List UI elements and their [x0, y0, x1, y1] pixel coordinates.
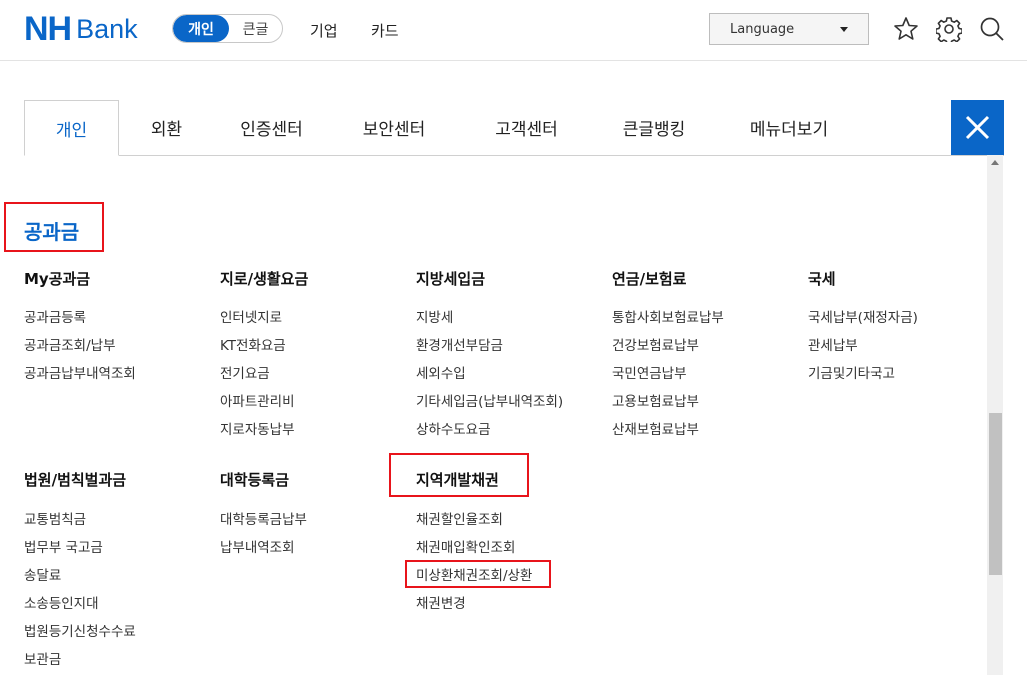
menu-link[interactable]: 관세납부: [808, 334, 858, 354]
tab-more-menu[interactable]: 메뉴더보기: [714, 100, 864, 155]
category-national-tax[interactable]: 국세: [808, 268, 836, 289]
menu-link[interactable]: 채권할인율조회: [416, 508, 503, 528]
scrollbar-thumb[interactable]: [989, 413, 1002, 575]
menu-link[interactable]: 고용보험료납부: [612, 390, 699, 410]
menu-tabs: 개인 외환 인증센터 보안센터 고객센터 큰글뱅킹 메뉴더보기: [24, 100, 1004, 156]
category-regional-development-bond[interactable]: 지역개발채권: [416, 469, 499, 490]
scroll-up-arrow-icon[interactable]: [991, 160, 999, 165]
menu-link[interactable]: 전기요금: [220, 362, 270, 382]
category-pension-insurance[interactable]: 연금/보험료: [612, 268, 686, 289]
language-label: Language: [730, 21, 795, 37]
menu-link[interactable]: 산재보험료납부: [612, 418, 699, 438]
personal-mode-button[interactable]: 개인: [173, 15, 229, 42]
menu-link[interactable]: 기금및기타국고: [808, 362, 895, 382]
menu-link[interactable]: 인터넷지로: [220, 306, 282, 326]
tab-foreign-exchange[interactable]: 외환: [119, 100, 214, 155]
top-header: NH Bank 개인 큰글 기업 카드 Language: [0, 0, 1027, 61]
category-university-tuition[interactable]: 대학등록금: [220, 469, 289, 490]
tab-customer-center[interactable]: 고객센터: [459, 100, 594, 155]
tab-personal[interactable]: 개인: [24, 100, 119, 156]
category-giro-living-fees[interactable]: 지로/생활요금: [220, 268, 308, 289]
menu-link[interactable]: 환경개선부담금: [416, 334, 503, 354]
close-icon: [965, 115, 990, 140]
menu-link-unredeemed-bond[interactable]: 미상환채권조회/상환: [416, 564, 532, 584]
category-local-tax[interactable]: 지방세입금: [416, 268, 485, 289]
tab-security-center[interactable]: 보안센터: [329, 100, 459, 155]
menu-link[interactable]: 상하수도요금: [416, 418, 491, 438]
menu-link[interactable]: 대학등록금납부: [220, 508, 307, 528]
chevron-down-icon: [840, 27, 848, 32]
menu-link[interactable]: 공과금조회/납부: [24, 334, 116, 354]
menu-link[interactable]: 지방세: [416, 306, 453, 326]
menu-link[interactable]: 보관금: [24, 648, 61, 668]
menu-link[interactable]: 기타세입금(납부내역조회): [416, 390, 563, 410]
menu-link[interactable]: 건강보험료납부: [612, 334, 699, 354]
menu-link[interactable]: 공과금등록: [24, 306, 86, 326]
menu-link[interactable]: 지로자동납부: [220, 418, 295, 438]
search-icon[interactable]: [979, 16, 1005, 42]
category-court-fines[interactable]: 법원/범칙벌과금: [24, 469, 126, 490]
menu-link[interactable]: 송달료: [24, 564, 61, 584]
large-text-mode-button[interactable]: 큰글: [229, 15, 282, 42]
menu-link[interactable]: 공과금납부내역조회: [24, 362, 136, 382]
menu-link[interactable]: 국세납부(재정자금): [808, 306, 918, 326]
menu-link[interactable]: 소송등인지대: [24, 592, 99, 612]
language-select[interactable]: Language: [709, 13, 869, 45]
tab-certificate-center[interactable]: 인증센터: [214, 100, 329, 155]
logo-bank-text: Bank: [76, 13, 138, 44]
menu-link[interactable]: 세외수입: [416, 362, 466, 382]
menu-link[interactable]: KT전화요금: [220, 334, 286, 354]
menu-link[interactable]: 채권변경: [416, 592, 466, 612]
logo-nh-text: NH: [24, 9, 72, 48]
nh-bank-logo[interactable]: NH Bank: [24, 9, 138, 48]
menu-link[interactable]: 법원등기신청수수료: [24, 620, 136, 640]
nav-card-link[interactable]: 카드: [371, 20, 399, 41]
menu-link[interactable]: 납부내역조회: [220, 536, 295, 556]
view-mode-toggle: 개인 큰글: [172, 14, 283, 43]
menu-link[interactable]: 교통범칙금: [24, 508, 86, 528]
close-menu-button[interactable]: [951, 100, 1004, 155]
menu-link[interactable]: 아파트관리비: [220, 390, 295, 410]
star-icon[interactable]: [893, 16, 919, 42]
category-my-public-fees[interactable]: My공과금: [24, 268, 90, 289]
menu-link[interactable]: 통합사회보험료납부: [612, 306, 724, 326]
menu-link[interactable]: 채권매입확인조회: [416, 536, 515, 556]
nav-corporate-link[interactable]: 기업: [310, 20, 338, 41]
tab-large-text-banking[interactable]: 큰글뱅킹: [594, 100, 714, 155]
section-title-public-fees[interactable]: 공과금: [24, 216, 79, 245]
menu-link[interactable]: 국민연금납부: [612, 362, 687, 382]
menu-link[interactable]: 법무부 국고금: [24, 536, 103, 556]
gear-icon[interactable]: [936, 16, 962, 42]
